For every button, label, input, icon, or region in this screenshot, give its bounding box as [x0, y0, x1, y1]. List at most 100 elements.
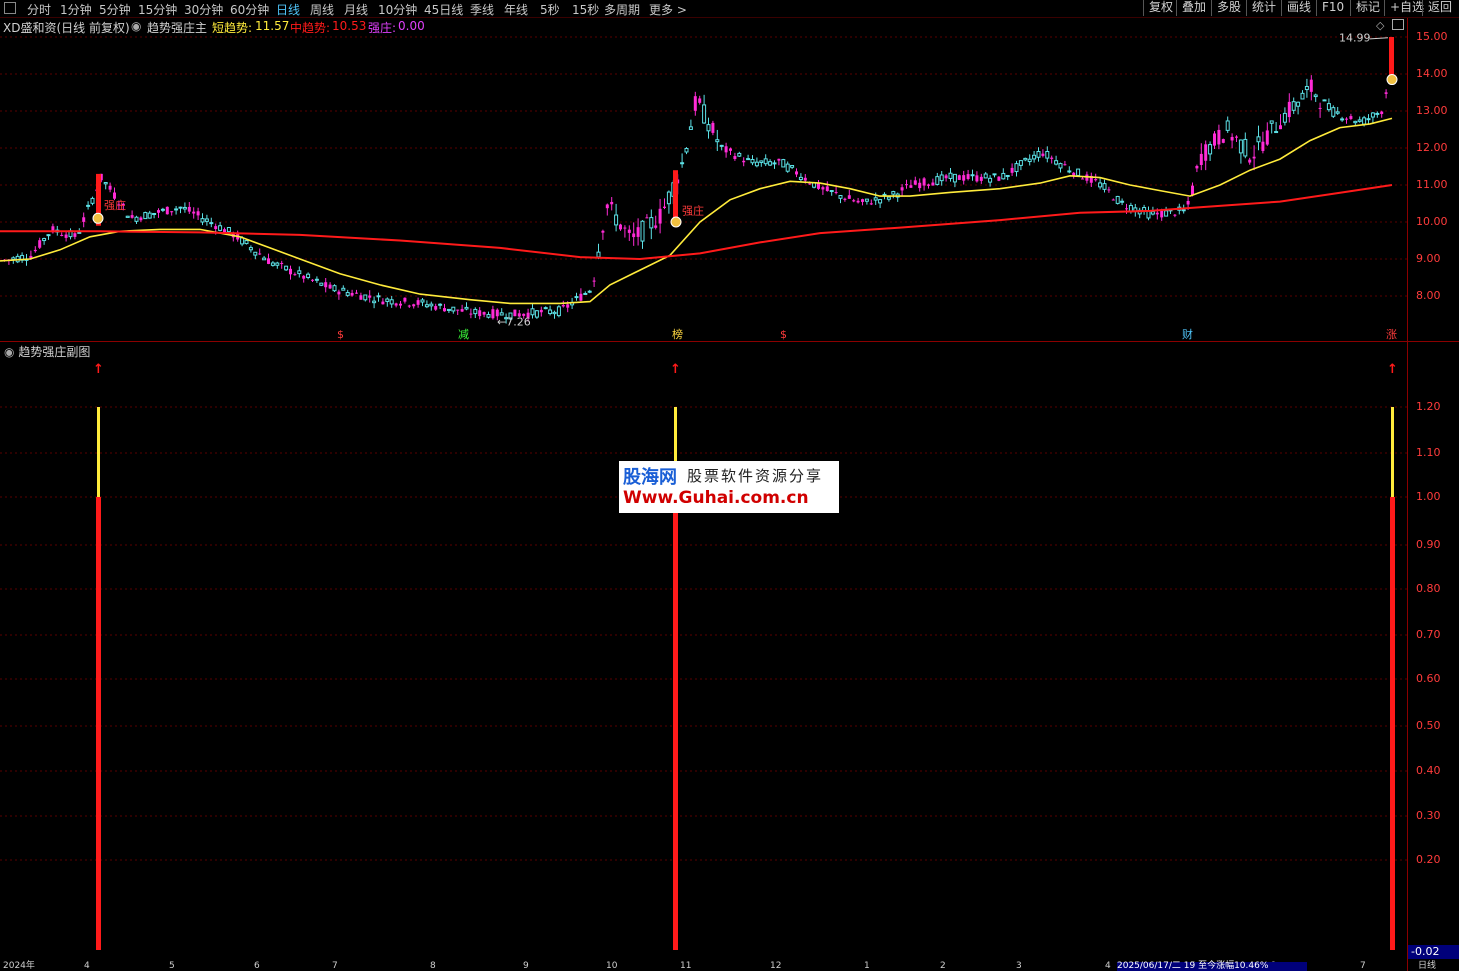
period-tab-12[interactable]: 年线	[504, 1, 528, 18]
candle-body	[267, 258, 270, 264]
candle-body	[1208, 144, 1213, 155]
sub-chart[interactable]: ↑ ↑ ↑	[0, 342, 1407, 962]
candle-body	[1384, 92, 1388, 94]
period-tab-8[interactable]: 月线	[344, 1, 368, 18]
candle-body	[882, 193, 887, 196]
toolbar-button-1[interactable]: 叠加	[1176, 0, 1211, 16]
candle-body	[482, 312, 486, 315]
sub-axis-neg-value: -0.02	[1408, 945, 1459, 959]
month-label: 5	[169, 961, 175, 971]
toolbar-button-4[interactable]: 画线	[1281, 0, 1316, 16]
candle-body	[1309, 79, 1313, 92]
candle-body	[702, 104, 707, 124]
period-tab-10[interactable]: 45日线	[424, 1, 463, 18]
candle-body	[1010, 167, 1014, 173]
candle-body	[248, 247, 253, 251]
high-price-label: 14.99	[1339, 31, 1371, 44]
candle-body	[359, 295, 363, 300]
candle-body	[864, 198, 869, 202]
main-chart[interactable]: 强庄 强庄 14.99 ←7.26 $ 减 榜 $ 财 涨	[0, 17, 1407, 342]
candles	[3, 75, 1392, 324]
sub-tick-label: 0.40	[1416, 764, 1441, 777]
toolbar-button-8[interactable]: 返回	[1422, 0, 1457, 16]
toolbar-button-0[interactable]: 复权	[1143, 0, 1178, 16]
candle-body	[948, 172, 953, 179]
candle-body	[1300, 92, 1305, 100]
toolbar-button-3[interactable]: 统计	[1246, 0, 1281, 16]
candle-body	[486, 314, 491, 318]
window-box-icon[interactable]	[4, 2, 16, 14]
period-toolbar: 分时 1分钟 5分钟 15分钟 30分钟 60分钟 日线 周线 月线 10分钟 45日线 季线 年线 5秒…	[0, 0, 1459, 18]
period-tab-1[interactable]: 1分钟	[60, 1, 92, 18]
candle-body	[1173, 214, 1177, 216]
period-tab-6[interactable]: 日线	[276, 1, 300, 18]
candle-body	[768, 161, 773, 166]
period-tab-15[interactable]: 多周期	[604, 1, 640, 18]
year-label: 2024年	[3, 961, 35, 971]
candle-body	[746, 158, 751, 161]
candle-body	[737, 152, 742, 157]
toolbar-button-5[interactable]: F10	[1316, 0, 1349, 16]
period-tab-4[interactable]: 30分钟	[184, 1, 223, 18]
candle-body	[698, 98, 702, 103]
candle-body	[1014, 163, 1019, 173]
period-tab-7[interactable]: 周线	[310, 1, 334, 18]
candle-body	[530, 308, 535, 316]
candle-body	[73, 233, 77, 237]
candle-body	[1318, 107, 1322, 109]
candle-body	[957, 175, 961, 180]
month-label: 1	[864, 961, 870, 971]
candle-body	[1155, 212, 1159, 215]
period-tab-2[interactable]: 5分钟	[99, 1, 131, 18]
candle-body	[491, 309, 495, 319]
month-label: 11	[680, 961, 692, 971]
signal-label: 减	[458, 328, 469, 341]
candle-body	[1335, 111, 1340, 114]
candle-body	[1018, 160, 1023, 166]
candle-body	[847, 195, 851, 199]
candle-body	[350, 292, 354, 296]
candle-body	[478, 310, 482, 317]
candle-body	[552, 311, 557, 315]
candle-body	[733, 156, 737, 160]
candle-body	[592, 280, 596, 282]
candle-body	[543, 307, 548, 310]
candle-body	[619, 224, 622, 230]
toolbar-button-6[interactable]: 标记	[1350, 0, 1385, 16]
period-tab-5[interactable]: 60分钟	[230, 1, 269, 18]
candle-body	[416, 300, 420, 305]
candle-body	[935, 176, 940, 185]
period-tab-13[interactable]: 5秒	[540, 1, 560, 18]
up-arrow-icon: ↑	[1387, 362, 1398, 377]
candle-body	[328, 284, 332, 289]
period-tag[interactable]: 日线	[1418, 962, 1436, 971]
candle-body	[1027, 158, 1032, 163]
candle-body	[1235, 136, 1238, 138]
month-label: 4	[1105, 961, 1111, 971]
candle-body	[113, 192, 116, 199]
candle-body	[1265, 130, 1269, 145]
toolbar-button-2[interactable]: 多股	[1211, 0, 1246, 16]
period-tab-11[interactable]: 季线	[470, 1, 494, 18]
candle-body	[403, 297, 407, 302]
candle-body	[693, 96, 697, 111]
period-tab-16[interactable]: 更多 >	[649, 1, 687, 18]
candle-body	[1269, 120, 1274, 124]
candle-body	[456, 309, 460, 311]
candle-body	[1050, 157, 1054, 159]
candle-body	[988, 177, 993, 183]
period-tab-3[interactable]: 15分钟	[138, 1, 177, 18]
candle-body	[1032, 154, 1037, 160]
candle-body	[688, 126, 693, 130]
candle-body	[355, 292, 358, 294]
period-tab-0[interactable]: 分时	[27, 1, 51, 18]
candle-body	[1204, 144, 1208, 161]
candle-body	[1322, 99, 1327, 102]
candle-body	[548, 309, 553, 315]
candle-body	[623, 227, 627, 229]
candle-body	[1125, 208, 1128, 210]
period-tab-14[interactable]: 15秒	[572, 1, 599, 18]
candle-body	[182, 206, 187, 210]
month-label: 6	[254, 961, 260, 971]
period-tab-9[interactable]: 10分钟	[378, 1, 417, 18]
